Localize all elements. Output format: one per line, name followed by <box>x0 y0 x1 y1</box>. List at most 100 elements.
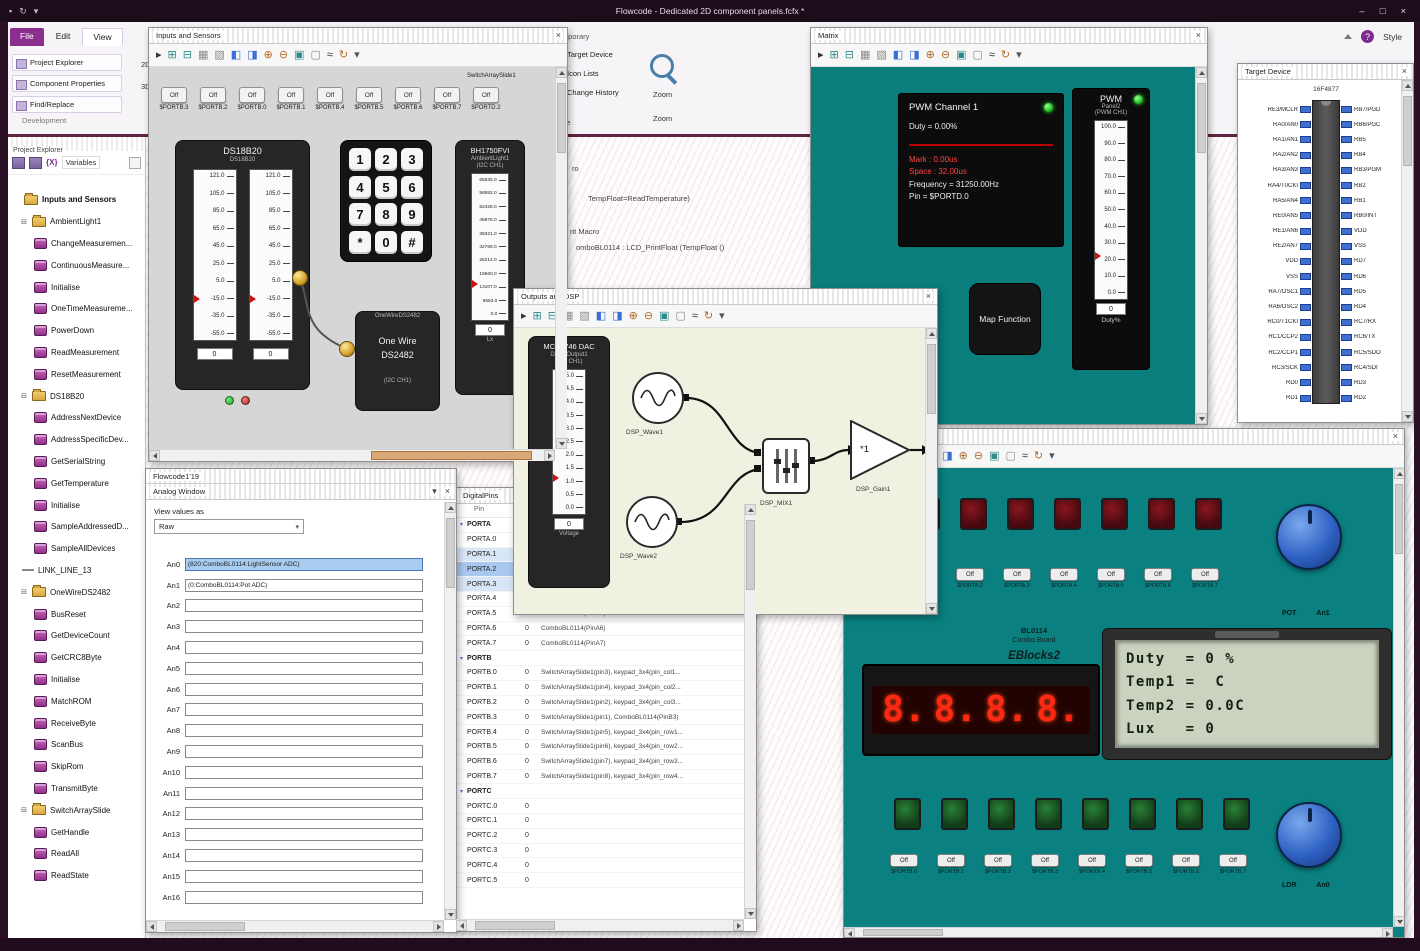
pin-box[interactable] <box>1341 182 1352 190</box>
toggle-switch-button[interactable]: Off <box>395 87 421 103</box>
tree-item[interactable]: ResetMeasurement <box>8 363 145 385</box>
pin-box[interactable] <box>1300 121 1311 129</box>
dsp-wave-generator[interactable] <box>626 496 678 548</box>
ribbon-button[interactable]: Project Explorer <box>12 54 122 71</box>
group-expand-icon[interactable]: ▾ <box>456 655 467 662</box>
toolbar-icon[interactable]: ▸ <box>818 49 824 61</box>
pin-row[interactable]: RD0 <box>1240 375 1311 390</box>
map-function-block[interactable]: Map Function <box>969 283 1041 355</box>
pin-row[interactable]: PORTB.0 0 SwitchArraySlide1(pin3), keypa… <box>456 666 744 681</box>
pin-box[interactable] <box>1300 242 1311 250</box>
analog-value-field[interactable] <box>185 890 423 904</box>
keypad-key[interactable]: 0 <box>375 230 397 254</box>
pin-box[interactable] <box>1300 394 1311 402</box>
scroll-up-button[interactable] <box>745 504 756 515</box>
pin-box[interactable] <box>1300 106 1311 114</box>
pwm-channel-panel[interactable]: PWM Channel 1 Duty = 0.00% Mark : 0.00us… <box>898 93 1064 247</box>
scroll-up-button[interactable] <box>1394 468 1404 479</box>
pin-row[interactable]: RC3/SCK <box>1240 360 1311 375</box>
board-switch-button[interactable]: Off <box>1125 854 1153 867</box>
toolbar-icon[interactable]: ▦ <box>198 49 208 61</box>
pin-box[interactable] <box>1300 212 1311 220</box>
scroll-down-button[interactable] <box>1394 916 1404 927</box>
analog-value-field[interactable] <box>185 869 423 883</box>
close-icon[interactable]: × <box>1390 432 1400 441</box>
toolbar-icon[interactable]: ⊞ <box>533 310 542 322</box>
scrollbar-track[interactable] <box>556 78 567 438</box>
scale-pointer[interactable] <box>472 279 478 288</box>
keypad-key[interactable]: 2 <box>375 148 397 171</box>
analog-value-field[interactable] <box>185 620 423 634</box>
pin-box[interactable] <box>1300 227 1311 235</box>
tree-item[interactable]: GetSerialString <box>8 451 145 473</box>
pwm-slider-panel[interactable]: PWM Panel2 (PWM CH1) 100.0 90.0 80.0 70.0 60… <box>1072 88 1150 370</box>
document-tab-bar[interactable]: Flowcode1'19 <box>146 469 456 484</box>
close-icon[interactable]: × <box>442 487 452 496</box>
tree-item[interactable]: SampleAddressedD... <box>8 516 145 538</box>
pin-box[interactable] <box>1341 121 1352 129</box>
pin-row[interactable]: RA6/OSC2 <box>1240 299 1311 314</box>
tree-item[interactable]: ContinuousMeasure... <box>8 254 145 276</box>
toolbar-icon[interactable]: ▧ <box>579 310 589 322</box>
toolbar-icon[interactable]: ▾ <box>1049 450 1055 462</box>
toolbar-icon[interactable]: ▢ <box>675 310 685 322</box>
pin-box[interactable] <box>1341 106 1352 114</box>
ribbon-button[interactable]: Component Properties <box>12 75 122 92</box>
scrollbar-thumb[interactable] <box>1197 83 1206 153</box>
analog-value-field[interactable]: (0:ComboBL0114:Pot ADC) <box>185 578 423 592</box>
titlebar-icon[interactable]: ▾ <box>34 6 39 17</box>
zoom-label[interactable]: Zoom <box>653 114 672 123</box>
toolbar-icon[interactable]: ≈ <box>1022 450 1028 462</box>
toolbar-icon[interactable]: ⊕ <box>959 450 968 462</box>
toolbar-icon[interactable]: ↻ <box>1034 450 1043 462</box>
scroll-right-button[interactable] <box>433 921 444 932</box>
scrollbar-thumb[interactable] <box>1403 96 1412 166</box>
pin-row[interactable]: ▾ PORTC <box>456 784 744 800</box>
pin-row[interactable]: PORTC.5 0 <box>456 873 744 888</box>
toolbar-icon[interactable]: ⊞ <box>830 49 839 61</box>
board-switch-button[interactable]: Off <box>1191 568 1219 581</box>
pin-panel-icon[interactable]: ▾ <box>430 487 439 496</box>
expand-icon[interactable]: ⊟ <box>20 588 28 596</box>
zoom-icon[interactable] <box>650 54 674 78</box>
scroll-up-button[interactable] <box>926 328 937 339</box>
scrollbar-track[interactable] <box>160 450 544 461</box>
toolbar-icon[interactable]: ↻ <box>339 49 348 61</box>
tree-item[interactable]: ReadMeasurement <box>8 342 145 364</box>
analog-value-field[interactable] <box>185 724 423 738</box>
keypad-key[interactable]: 3 <box>401 148 423 171</box>
pin-box[interactable] <box>1341 242 1352 250</box>
tree-item[interactable]: Initialise <box>8 669 145 691</box>
toggle-switch-button[interactable]: Off <box>356 87 382 103</box>
pin-box[interactable] <box>1300 379 1311 387</box>
analog-value-field[interactable] <box>185 661 423 675</box>
pin-box[interactable] <box>1300 273 1311 281</box>
ribbon-tab[interactable]: Edit <box>46 28 81 46</box>
pin-row[interactable]: PORTC.0 0 <box>456 799 744 814</box>
analog-value-field[interactable] <box>185 765 423 779</box>
close-icon[interactable]: × <box>1400 6 1406 17</box>
pot-knob[interactable] <box>1276 504 1342 570</box>
scrollbar-thumb[interactable] <box>557 83 566 153</box>
tree-item[interactable]: AddressSpecificDev... <box>8 429 145 451</box>
pin-row[interactable]: PORTB.3 0 SwitchArraySlide1(pin1), Combo… <box>456 710 744 726</box>
board-switch-button[interactable]: Off <box>984 854 1012 867</box>
expand-icon[interactable]: ⊟ <box>20 392 28 400</box>
toolbar-icon[interactable]: ⊞ <box>168 49 177 61</box>
keypad-key[interactable]: 4 <box>349 175 371 199</box>
minimize-icon[interactable]: – <box>1359 6 1364 17</box>
tree-item[interactable]: MatchROM <box>8 690 145 712</box>
tree-item[interactable]: Initialise <box>8 494 145 516</box>
pin-row[interactable]: ▾ PORTB <box>456 651 744 666</box>
ribbon-toggle-item[interactable]: Change History <box>554 88 654 97</box>
pin-row[interactable]: PORTB.1 0 SwitchArraySlide1(pin4), keypa… <box>456 681 744 696</box>
scrollbar-thumb[interactable] <box>746 520 755 590</box>
temperature-scale[interactable]: 121.0 105.0 85.0 65.0 45.0 25.0 5.0 -15.0 -35.0 -… <box>192 169 237 341</box>
panel-icon[interactable] <box>129 156 141 169</box>
scroll-right-button[interactable] <box>1382 928 1393 937</box>
close-icon[interactable]: × <box>923 292 933 301</box>
variables-icon[interactable]: {X} <box>46 158 58 167</box>
group-expand-icon[interactable]: ▾ <box>456 521 467 528</box>
pin-row[interactable]: PORTB.6 0 SwitchArraySlide1(pin7), keypa… <box>456 755 744 770</box>
scale-pointer[interactable] <box>249 294 256 303</box>
